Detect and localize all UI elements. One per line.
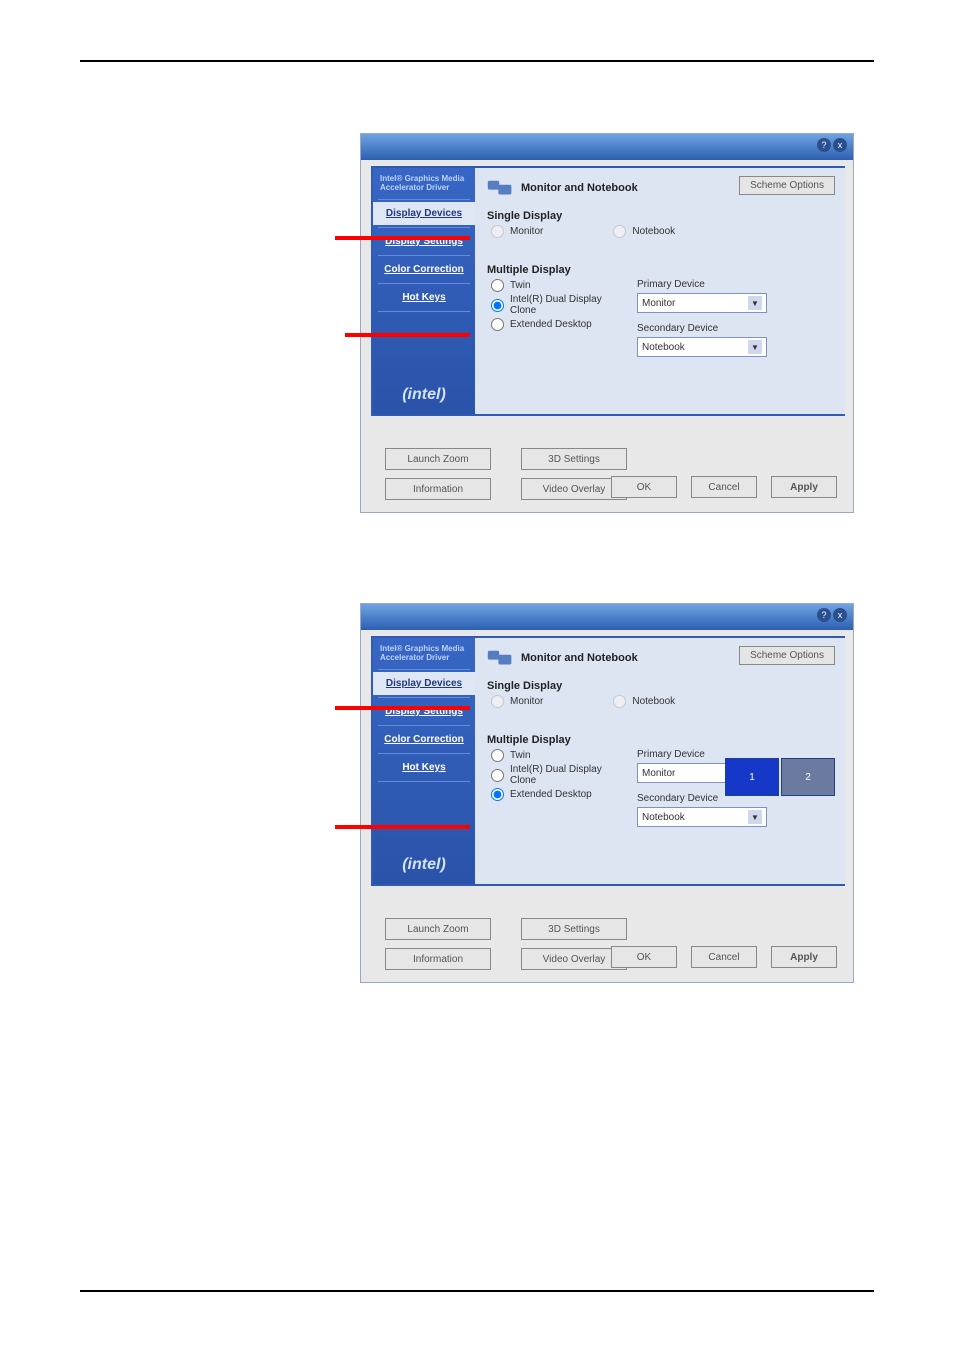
- close-icon[interactable]: x: [833, 608, 847, 622]
- sidebar-item-color-correction[interactable]: Color Correction: [373, 258, 475, 281]
- apply-button[interactable]: Apply: [771, 476, 837, 498]
- titlebar: ? x: [361, 134, 853, 160]
- primary-device-label: Primary Device: [637, 279, 767, 290]
- secondary-device-label: Secondary Device: [637, 323, 767, 334]
- radio-single-monitor[interactable]: Monitor: [491, 225, 543, 238]
- primary-device-value: Monitor: [642, 768, 675, 779]
- annotation-extended-desktop: [335, 825, 470, 829]
- sidebar-item-display-settings[interactable]: Display Settings: [373, 700, 475, 723]
- annotation-display-devices: [335, 236, 470, 240]
- single-display-group-label: Single Display: [487, 680, 833, 692]
- chevron-down-icon: ▼: [748, 340, 762, 354]
- apply-button[interactable]: Apply: [771, 946, 837, 968]
- content-area: Monitor and Notebook Scheme Options Sing…: [475, 638, 845, 884]
- launch-zoom-button[interactable]: Launch Zoom: [385, 918, 491, 940]
- radio-multi-twin[interactable]: Twin: [491, 749, 607, 762]
- ok-button[interactable]: OK: [611, 946, 677, 968]
- chevron-down-icon: ▼: [748, 810, 762, 824]
- sidebar: Intel® Graphics Media Accelerator Driver…: [373, 638, 475, 884]
- content-heading: Monitor and Notebook: [521, 182, 638, 194]
- radio-multi-dual-clone[interactable]: Intel(R) Dual Display Clone: [491, 294, 607, 316]
- content-area: Monitor and Notebook Scheme Options Sing…: [475, 168, 845, 414]
- scheme-options-button[interactable]: Scheme Options: [739, 646, 835, 665]
- driver-brand-label: Intel® Graphics Media Accelerator Driver: [373, 168, 475, 197]
- page-bottom-rule: [80, 1290, 874, 1292]
- panel-body: Intel® Graphics Media Accelerator Driver…: [371, 636, 845, 886]
- secondary-device-dropdown[interactable]: Notebook ▼: [637, 337, 767, 357]
- secondary-device-dropdown[interactable]: Notebook ▼: [637, 807, 767, 827]
- content-heading: Monitor and Notebook: [521, 652, 638, 664]
- help-icon[interactable]: ?: [817, 138, 831, 152]
- radio-single-monitor[interactable]: Monitor: [491, 695, 543, 708]
- multiple-display-group-label: Multiple Display: [487, 734, 833, 746]
- dialog-window: ? x Intel® Graphics Media Accelerator Dr…: [360, 603, 854, 983]
- 3d-settings-button[interactable]: 3D Settings: [521, 448, 627, 470]
- dialog-window: ? x Intel® Graphics Media Accelerator Dr…: [360, 133, 854, 513]
- intel-logo: (intel): [373, 856, 475, 874]
- preview-screen-2[interactable]: 2: [781, 758, 835, 796]
- secondary-device-value: Notebook: [642, 342, 685, 353]
- radio-multi-extended[interactable]: Extended Desktop: [491, 318, 607, 331]
- secondary-device-value: Notebook: [642, 812, 685, 823]
- close-icon[interactable]: x: [833, 138, 847, 152]
- 3d-settings-button[interactable]: 3D Settings: [521, 918, 627, 940]
- scheme-options-button[interactable]: Scheme Options: [739, 176, 835, 195]
- monitor-notebook-icon: [487, 648, 513, 668]
- primary-device-dropdown[interactable]: Monitor ▼: [637, 293, 767, 313]
- radio-multi-dual-clone[interactable]: Intel(R) Dual Display Clone: [491, 764, 607, 786]
- driver-brand-label: Intel® Graphics Media Accelerator Driver: [373, 638, 475, 667]
- sidebar-item-hot-keys[interactable]: Hot Keys: [373, 286, 475, 309]
- radio-multi-extended[interactable]: Extended Desktop: [491, 788, 607, 801]
- sidebar-item-display-settings[interactable]: Display Settings: [373, 230, 475, 253]
- radio-single-notebook[interactable]: Notebook: [613, 695, 675, 708]
- cancel-button[interactable]: Cancel: [691, 476, 757, 498]
- extended-desktop-preview[interactable]: 1 2: [725, 758, 835, 796]
- ok-button[interactable]: OK: [611, 476, 677, 498]
- help-icon[interactable]: ?: [817, 608, 831, 622]
- titlebar: ? x: [361, 604, 853, 630]
- panel-body: Intel® Graphics Media Accelerator Driver…: [371, 166, 845, 416]
- intel-driver-panel-extended-mode: ? x Intel® Graphics Media Accelerator Dr…: [360, 603, 854, 983]
- sidebar: Intel® Graphics Media Accelerator Driver…: [373, 168, 475, 414]
- primary-device-value: Monitor: [642, 298, 675, 309]
- information-button[interactable]: Information: [385, 478, 491, 500]
- single-display-group-label: Single Display: [487, 210, 833, 222]
- annotation-hot-keys-row: [345, 333, 470, 337]
- multiple-display-group-label: Multiple Display: [487, 264, 833, 276]
- sidebar-item-hot-keys[interactable]: Hot Keys: [373, 756, 475, 779]
- radio-single-notebook[interactable]: Notebook: [613, 225, 675, 238]
- radio-multi-twin[interactable]: Twin: [491, 279, 607, 292]
- launch-zoom-button[interactable]: Launch Zoom: [385, 448, 491, 470]
- intel-logo: (intel): [373, 386, 475, 404]
- monitor-notebook-icon: [487, 178, 513, 198]
- annotation-display-devices: [335, 706, 470, 710]
- information-button[interactable]: Information: [385, 948, 491, 970]
- page-top-rule: [80, 60, 874, 62]
- sidebar-item-display-devices[interactable]: Display Devices: [373, 202, 475, 225]
- cancel-button[interactable]: Cancel: [691, 946, 757, 968]
- preview-screen-1[interactable]: 1: [725, 758, 779, 796]
- sidebar-item-display-devices[interactable]: Display Devices: [373, 672, 475, 695]
- sidebar-item-color-correction[interactable]: Color Correction: [373, 728, 475, 751]
- intel-driver-panel-clone-mode: ? x Intel® Graphics Media Accelerator Dr…: [360, 133, 854, 513]
- chevron-down-icon: ▼: [748, 296, 762, 310]
